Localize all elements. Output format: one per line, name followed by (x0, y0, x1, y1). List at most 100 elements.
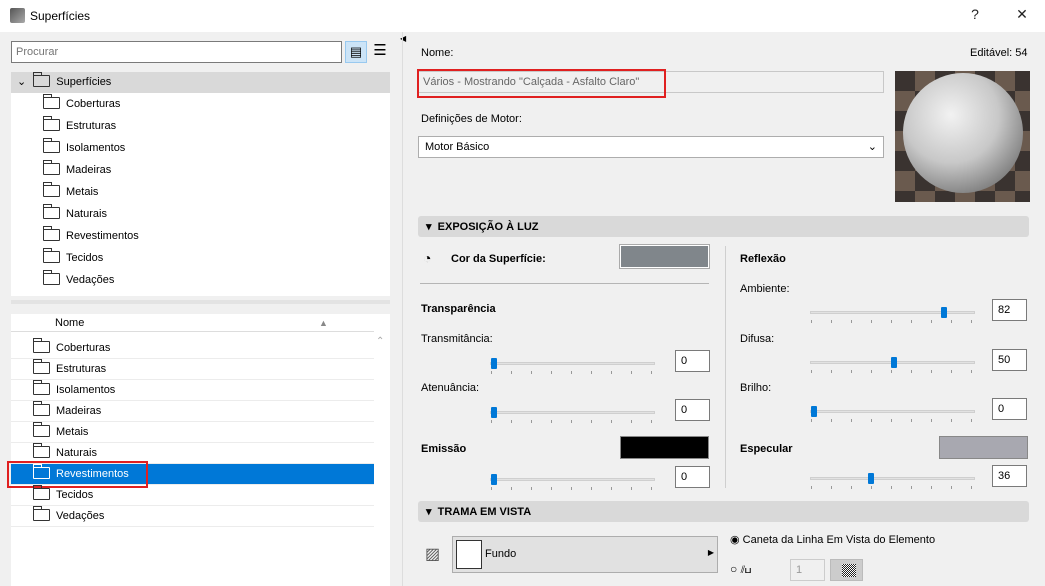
list-item[interactable]: Tecidos (11, 485, 374, 506)
tree-item[interactable]: Madeiras (43, 159, 390, 181)
slider-thumb[interactable] (890, 357, 897, 368)
reflection-label: Reflexão (740, 253, 786, 265)
slider-ticks (491, 487, 654, 490)
hatch-section-header[interactable]: ▾ TRAMA EM VISTA (418, 501, 1029, 522)
specular-input[interactable]: 36 (992, 465, 1027, 487)
emission-color-swatch[interactable] (620, 436, 709, 459)
list-item-label: Coberturas (56, 342, 111, 354)
folder-icon (43, 248, 60, 263)
tree-item-label: Tecidos (66, 252, 104, 264)
title-bar: Superfícies ? ✕ (0, 0, 1045, 32)
folder-brush-icon (33, 72, 51, 87)
slider-thumb[interactable] (941, 307, 948, 318)
folder-icon (33, 401, 50, 416)
tree-item-label: Vedações (66, 274, 115, 286)
tree-item-label: Naturais (66, 208, 107, 220)
list-item[interactable]: Revestimentos (7, 461, 374, 488)
scroll-up-icon[interactable]: ⌃ (376, 336, 384, 347)
light-section-header[interactable]: ▾ EXPOSIÇÃO À LUZ (418, 216, 1029, 237)
surface-list: Nome ▲ Coberturas Estruturas Isolamentos Ma… (7, 314, 390, 586)
transmittance-slider[interactable] (490, 358, 655, 374)
ambient-slider[interactable] (810, 307, 975, 323)
attenuation-slider[interactable] (490, 407, 655, 423)
pattern-icon (842, 564, 856, 577)
tree-item-label: Isolamentos (66, 142, 126, 154)
tree-item[interactable]: Revestimentos (43, 225, 390, 247)
help-button[interactable]: ? (965, 6, 985, 22)
attenuation-label: Atenuância: (421, 382, 480, 394)
chevron-down-icon[interactable]: ⌄ (17, 76, 26, 88)
sort-asc-icon: ▲ (319, 318, 328, 328)
slider-ticks (811, 370, 974, 373)
folder-icon (33, 380, 50, 395)
tree-item[interactable]: Naturais (43, 203, 390, 225)
list-header-name[interactable]: Nome ▲ (11, 314, 374, 332)
list-view-button[interactable]: ☰ (370, 41, 390, 63)
pen-radio-custom[interactable]: ○ ⫽⊔ (730, 562, 751, 576)
shine-input[interactable]: 0 (992, 398, 1027, 420)
pane-splitter[interactable] (11, 300, 390, 304)
slider-thumb[interactable] (491, 358, 497, 369)
shine-slider[interactable] (810, 406, 975, 422)
slider-thumb[interactable] (491, 474, 497, 485)
tree-item-label: Revestimentos (66, 230, 139, 242)
slider-ticks (811, 320, 974, 323)
slider-ticks (811, 486, 974, 489)
folder-icon (33, 338, 50, 353)
folder-icon (43, 116, 60, 131)
list-item-label: Metais (56, 426, 89, 438)
specular-color-swatch[interactable] (939, 436, 1028, 459)
folder-icon (43, 270, 60, 285)
collapse-pane-icon[interactable]: ◀ (400, 34, 406, 43)
folder-icon (43, 138, 60, 153)
ambient-input[interactable]: 82 (992, 299, 1027, 321)
diffuse-slider[interactable] (810, 357, 975, 373)
tree-item-label: Metais (66, 186, 99, 198)
surface-color-label: Cor da Superfície: (451, 253, 546, 265)
pen-number-input[interactable]: 1 (790, 559, 825, 581)
list-item[interactable]: Metais (11, 422, 374, 443)
tree-root[interactable]: ⌄ Superfícies (11, 72, 390, 93)
folder-icon (33, 485, 50, 500)
pen-radio-element[interactable]: ◉ Caneta da Linha Em Vista do Elemento (730, 533, 935, 546)
list-item[interactable]: Vedações (11, 506, 374, 527)
diffuse-input[interactable]: 50 (992, 349, 1027, 371)
emission-label: Emissão (421, 443, 467, 455)
name-label: Nome: (421, 47, 454, 59)
separator (420, 283, 709, 284)
specular-slider[interactable] (810, 473, 975, 489)
pattern-button[interactable] (830, 559, 863, 581)
tree-item[interactable]: Estruturas (43, 115, 390, 137)
emission-slider[interactable] (490, 474, 655, 490)
tree-item[interactable]: Metais (43, 181, 390, 203)
list-item[interactable]: Madeiras (11, 401, 374, 422)
slider-ticks (811, 419, 974, 422)
list-item-label: Madeiras (56, 405, 102, 417)
folder-tree: ⌄ Superfícies Coberturas Estruturas Isolam… (11, 72, 390, 296)
surface-color-swatch[interactable] (619, 244, 710, 269)
tree-item[interactable]: Isolamentos (43, 137, 390, 159)
tree-item[interactable]: Vedações (43, 269, 390, 291)
emission-input[interactable]: 0 (675, 466, 710, 488)
hatch-pen-icon: ⫽⊔ (740, 565, 752, 576)
window-title: Superfícies (30, 9, 91, 23)
header-label: Nome (55, 317, 85, 329)
transmittance-input[interactable]: 0 (675, 350, 710, 372)
slider-thumb[interactable] (811, 406, 817, 417)
attenuation-input[interactable]: 0 (675, 399, 710, 421)
slider-thumb[interactable] (868, 473, 875, 484)
folder-view-button[interactable]: ▤ (345, 41, 367, 63)
tree-root-label: Superfícies (56, 76, 112, 88)
list-item-label: Vedações (56, 510, 105, 522)
slider-thumb[interactable] (491, 407, 497, 418)
search-input[interactable] (11, 41, 342, 63)
tree-item[interactable]: Coberturas (43, 93, 390, 115)
list-item[interactable]: Coberturas (11, 338, 374, 359)
background-fill-button[interactable]: Fundo ▶ (452, 536, 718, 573)
engine-select[interactable]: Motor Básico ⌄ (418, 136, 884, 158)
close-button[interactable]: ✕ (1012, 6, 1032, 23)
list-item[interactable]: Estruturas (11, 359, 374, 380)
tree-item[interactable]: Tecidos (43, 247, 390, 269)
engine-value: Motor Básico (425, 141, 490, 153)
list-item[interactable]: Isolamentos (11, 380, 374, 401)
